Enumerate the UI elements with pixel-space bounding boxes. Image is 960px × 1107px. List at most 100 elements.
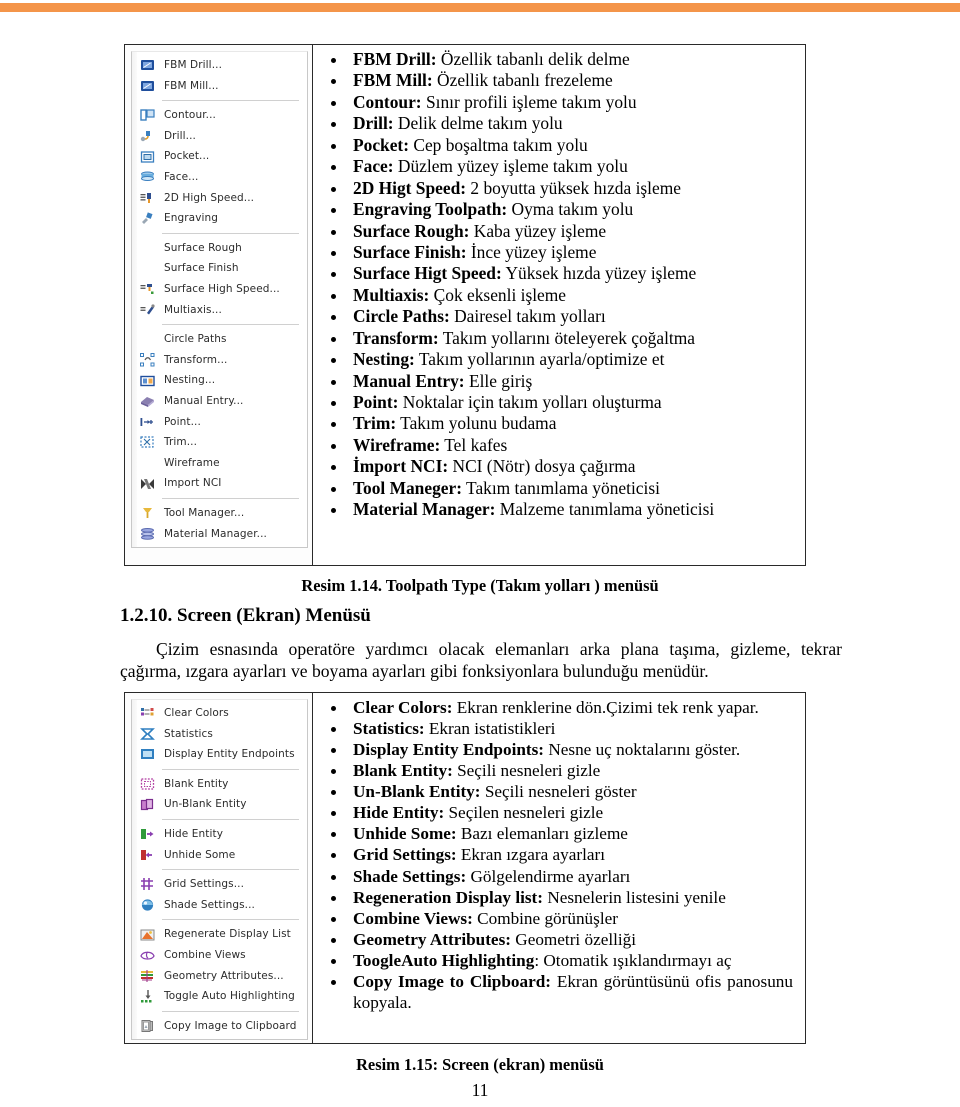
menu-item-label: FBM Mill... (164, 79, 219, 92)
description-term: Display Entity Endpoints: (353, 740, 545, 760)
description-text: Cep boşaltma takım yolu (409, 134, 588, 155)
menu-item-face[interactable]: Face... (132, 167, 307, 188)
menu-item-clear-colors[interactable]: Clear Colors (132, 703, 307, 724)
menu-item-blank-entity[interactable]: Blank Entity (132, 774, 307, 795)
menu-item-label: Circle Paths (164, 333, 227, 346)
menu-item-contour[interactable]: Contour... (132, 105, 307, 126)
description-item: Transform: Takım yollarını öteleyerek ço… (323, 328, 797, 349)
menu-item-copy-image-to-clipboard[interactable]: Copy Image to Clipboard (132, 1016, 307, 1037)
menu-item-un-blank-entity[interactable]: Un-Blank Entity (132, 794, 307, 815)
figure-toolpath-type: FBM Drill... FBM Mill... Contour... Drill..… (124, 44, 806, 566)
description-term: Circle Paths: (353, 306, 450, 327)
clear-colors-icon (139, 705, 156, 721)
fbm-drill-icon (139, 57, 156, 73)
description-text: Geometri özelliği (510, 929, 637, 949)
menu-item-label: Display Entity Endpoints (164, 748, 295, 761)
menu-item-import-nci[interactable]: Import NCI (132, 473, 307, 494)
copy-image-to-clipboard-icon (139, 1018, 156, 1034)
no-icon (139, 261, 156, 277)
description-text: Takım yollarını öteleyerek çoğaltma (438, 327, 695, 348)
description-text: 2 boyutta yüksek hızda işleme (466, 177, 681, 198)
description-term: ToogleAuto Highlighting (353, 950, 535, 970)
description-text: Yüksek hızda yüzey işleme (501, 263, 697, 284)
contour-icon (139, 107, 156, 123)
menu-item-unhide-some[interactable]: Unhide Some (132, 845, 307, 866)
description-item: FBM Mill: Özellik tabanlı frezeleme (323, 70, 797, 91)
description-term: Tool Maneger: (353, 477, 462, 498)
menu-item-multiaxis[interactable]: Multiaxis... (132, 300, 307, 321)
menu-item-hide-entity[interactable]: Hide Entity (132, 824, 307, 845)
menu-item-point[interactable]: Point... (132, 412, 307, 433)
menu-item-material-manager[interactable]: Material Manager... (132, 523, 307, 544)
menu-item-label: Point... (164, 415, 201, 428)
menu-item-label: Un-Blank Entity (164, 798, 247, 811)
menu-item-pocket[interactable]: Pocket... (132, 146, 307, 167)
menu-item-nesting[interactable]: Nesting... (132, 370, 307, 391)
description-text: Nesnelerin listesini yenile (543, 887, 726, 907)
menu-item-label: Copy Image to Clipboard (164, 1019, 297, 1032)
description-item: Contour: Sınır profili işleme takım yolu (323, 92, 797, 113)
screen-menu[interactable]: Clear Colors Statistics Display Entity End… (131, 699, 308, 1041)
menu-item-transform[interactable]: Transform... (132, 350, 307, 371)
menu-item-combine-views[interactable]: Combine Views (132, 945, 307, 966)
menu-item-shade-settings[interactable]: Shade Settings... (132, 895, 307, 916)
description-item: Geometry Attributes: Geometri özelliği (323, 929, 797, 950)
description-item: İmport NCI: NCI (Nötr) dosya çağırma (323, 456, 797, 477)
top-accent-rule (0, 3, 960, 12)
description-text: Sınır profili işleme takım yolu (421, 91, 637, 112)
menu-item-display-entity-endpoints[interactable]: Display Entity Endpoints (132, 744, 307, 765)
description-term: Engraving Toolpath: (353, 199, 508, 220)
description-item: Shade Settings: Gölgelendirme ayarları (323, 866, 797, 887)
figure1-description-cell: FBM Drill: Özellik tabanlı delik delme FB… (313, 45, 805, 565)
menu-item-drill[interactable]: Drill... (132, 126, 307, 147)
2d-high-speed-icon (139, 190, 156, 206)
face-icon (139, 169, 156, 185)
description-item: Surface Higt Speed: Yüksek hızda yüzey i… (323, 263, 797, 284)
menu-item-statistics[interactable]: Statistics (132, 724, 307, 745)
menu-item-surface-finish[interactable]: Surface Finish (132, 258, 307, 279)
description-term: Nesting: (353, 349, 415, 370)
menu-item-engraving[interactable]: Engraving (132, 208, 307, 229)
menu-item-fbm-mill[interactable]: FBM Mill... (132, 76, 307, 97)
menu-separator (162, 497, 299, 499)
menu-item-fbm-drill[interactable]: FBM Drill... (132, 55, 307, 76)
menu-item-manual-entry[interactable]: Manual Entry... (132, 391, 307, 412)
screen-description-list: Clear Colors: Ekran renklerine dön.Çizim… (323, 697, 797, 1013)
description-item: Pocket: Cep boşaltma takım yolu (323, 135, 797, 156)
menu-item-tool-manager[interactable]: Tool Manager... (132, 503, 307, 524)
description-term: FBM Mill: (353, 70, 433, 91)
toolpath-type-menu[interactable]: FBM Drill... FBM Mill... Contour... Drill..… (131, 51, 308, 549)
menu-item-label: Statistics (164, 727, 213, 740)
description-item: Un-Blank Entity: Seçili nesneleri göster (323, 781, 797, 802)
geometry-attributes-icon (139, 968, 156, 984)
menu-item-wireframe[interactable]: Wireframe (132, 453, 307, 474)
description-term: Combine Views: (353, 908, 473, 928)
description-item: Nesting: Takım yollarının ayarla/optimiz… (323, 349, 797, 370)
statistics-icon (139, 726, 156, 742)
description-text: Bazı elemanları gizleme (456, 824, 628, 844)
menu-item-regenerate-display-list[interactable]: Regenerate Display List (132, 924, 307, 945)
section-heading: 1.2.10. Screen (Ekran) Menüsü (120, 605, 371, 626)
menu-item-grid-settings[interactable]: Grid Settings... (132, 874, 307, 895)
menu-item-geometry-attributes[interactable]: Geometry Attributes... (132, 966, 307, 987)
menu-item-trim[interactable]: Trim... (132, 432, 307, 453)
menu-item-surface-rough[interactable]: Surface Rough (132, 238, 307, 259)
menu-item-toggle-auto-highlighting[interactable]: Toggle Auto Highlighting (132, 986, 307, 1007)
menu-item-label: Drill... (164, 129, 196, 142)
description-text: Tel kafes (440, 434, 508, 455)
description-term: Wireframe: (353, 434, 441, 455)
material-manager-icon (139, 526, 156, 542)
menu-item-2d-high-speed[interactable]: 2D High Speed... (132, 188, 307, 209)
menu-item-circle-paths[interactable]: Circle Paths (132, 329, 307, 350)
manual-entry-icon (139, 393, 156, 409)
grid-settings-icon (139, 876, 156, 892)
menu-item-label: Blank Entity (164, 777, 229, 790)
regenerate-display-list-icon (139, 927, 156, 943)
menu-item-surface-high-speed[interactable]: Surface High Speed... (132, 279, 307, 300)
section-paragraph: Çizim esnasında operatöre yardımcı olaca… (120, 639, 842, 682)
description-text: : Otomatik ışıklandırmayı aç (534, 950, 732, 970)
description-text: Malzeme tanımlama yöneticisi (495, 499, 715, 520)
description-term: Point: (353, 392, 399, 412)
description-term: Surface Higt Speed: (353, 263, 502, 284)
description-item: Wireframe: Tel kafes (323, 435, 797, 456)
